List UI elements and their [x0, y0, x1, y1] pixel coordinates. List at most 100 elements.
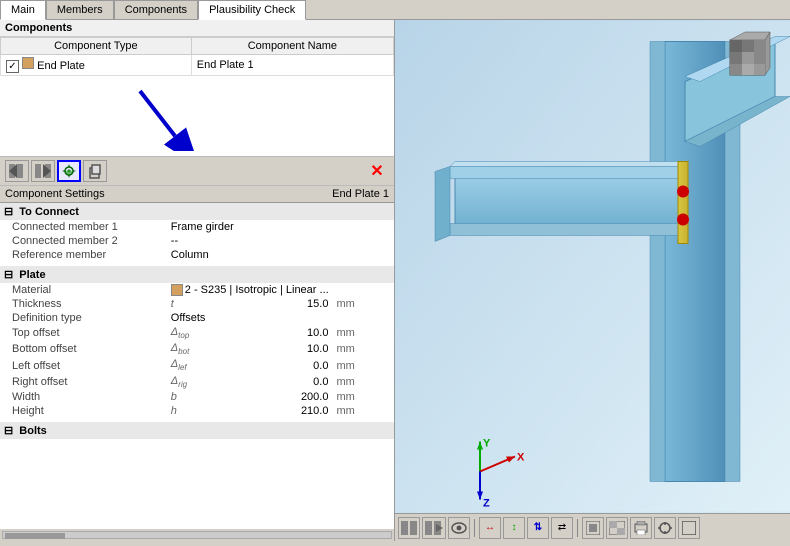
- component-type-cell: ✓ End Plate: [1, 55, 192, 76]
- label-width: Width: [0, 390, 167, 404]
- label-right-offset: Right offset: [0, 374, 167, 390]
- axis-x-btn[interactable]: ↔: [479, 517, 501, 539]
- components-table: Component Type Component Name ✓ End Plat…: [0, 37, 394, 76]
- axis-z-btn[interactable]: ⇅: [527, 517, 549, 539]
- render-btn-2[interactable]: [606, 517, 628, 539]
- settings-header: Component Settings End Plate 1: [0, 186, 394, 203]
- prop-top-offset: Top offset Δtop 10.0 mm: [0, 325, 394, 341]
- tab-members[interactable]: Members: [46, 0, 114, 19]
- component-checkbox[interactable]: ✓: [6, 60, 19, 73]
- copy-button[interactable]: [83, 160, 107, 182]
- col-header-type: Component Type: [1, 38, 192, 55]
- prop-right-offset: Right offset Δrig 0.0 mm: [0, 374, 394, 390]
- view-btn-1[interactable]: [398, 517, 420, 539]
- prop-height: Height h 210.0 mm: [0, 404, 394, 418]
- render-btn-1[interactable]: [582, 517, 604, 539]
- unit-bottom-offset: mm: [332, 341, 394, 357]
- unit-width: mm: [332, 390, 394, 404]
- table-row[interactable]: ✓ End Plate End Plate 1: [1, 55, 394, 76]
- svg-text:Z: Z: [483, 498, 490, 510]
- prop-left-offset: Left offset Δlef 0.0 mm: [0, 357, 394, 373]
- tab-components[interactable]: Components: [114, 0, 198, 19]
- value-definition-type: Offsets: [167, 311, 333, 325]
- 3d-scene-svg: Y X Z: [395, 20, 790, 541]
- prop-material: Material 2 - S235 | Isotropic | Linear .…: [0, 283, 394, 297]
- label-top-offset: Top offset: [0, 325, 167, 341]
- blue-arrow-indicator: [120, 81, 200, 151]
- bottom-toolbar: ↔ ↕ ⇅ ⇄: [395, 513, 790, 541]
- settings-component-name: End Plate 1: [332, 188, 389, 200]
- axis-y-btn[interactable]: ↕: [503, 517, 525, 539]
- component-toolbar: ✕: [0, 156, 394, 186]
- horizontal-scrollbar[interactable]: [0, 529, 394, 541]
- value-right-offset: 0.0: [238, 374, 333, 390]
- main-layout: Components Component Type Component Name…: [0, 20, 790, 541]
- unit-thickness: mm: [332, 297, 394, 311]
- group-bolts[interactable]: ⊟ Bolts: [0, 422, 394, 439]
- value-reference-member: Column: [167, 248, 333, 262]
- components-header: Components: [0, 20, 394, 37]
- component-name-cell: End Plate 1: [191, 55, 393, 76]
- 3d-viewport[interactable]: Y X Z: [395, 20, 790, 541]
- settings-view-btn[interactable]: [654, 517, 676, 539]
- symbol-right-offset: Δrig: [167, 374, 238, 390]
- axis-z2-btn[interactable]: ⇄: [551, 517, 573, 539]
- group-to-connect[interactable]: ⊟ To Connect: [0, 203, 394, 220]
- value-material: 2 - S235 | Isotropic | Linear ...: [167, 283, 394, 297]
- label-reference-member: Reference member: [0, 248, 167, 262]
- symbol-width: b: [167, 390, 238, 404]
- label-height: Height: [0, 404, 167, 418]
- group-plate[interactable]: ⊟ Plate: [0, 266, 394, 283]
- edit-settings-button[interactable]: [57, 160, 81, 182]
- label-bottom-offset: Bottom offset: [0, 341, 167, 357]
- collapse-icon-bolts: ⊟: [4, 425, 13, 437]
- value-connected-member-1: Frame girder: [167, 220, 333, 234]
- unit-right-offset: mm: [332, 374, 394, 390]
- svg-text:X: X: [517, 452, 525, 464]
- prop-bottom-offset: Bottom offset Δbot 10.0 mm: [0, 341, 394, 357]
- navigation-cube[interactable]: [720, 30, 780, 90]
- component-type-label: End Plate: [37, 60, 85, 72]
- tab-bar: Main Members Components Plausibility Che…: [0, 0, 790, 20]
- fullscreen-btn[interactable]: [678, 517, 700, 539]
- print-btn[interactable]: [630, 517, 652, 539]
- tab-main[interactable]: Main: [0, 0, 46, 20]
- view-btn-2[interactable]: [422, 517, 446, 539]
- arrow-area: [0, 76, 394, 156]
- label-definition-type: Definition type: [0, 311, 167, 325]
- value-left-offset: 0.0: [238, 357, 333, 373]
- value-top-offset: 10.0: [238, 325, 333, 341]
- prop-definition-type: Definition type Offsets: [0, 311, 394, 325]
- value-connected-member-2: --: [167, 234, 333, 248]
- value-thickness: 15.0: [238, 297, 333, 311]
- label-connected-member-2: Connected member 2: [0, 234, 167, 248]
- delete-button[interactable]: ✕: [365, 160, 389, 182]
- tab-plausibility[interactable]: Plausibility Check: [198, 0, 306, 20]
- collapse-icon: ⊟: [4, 206, 13, 218]
- component-color: [22, 57, 34, 69]
- collapse-icon-plate: ⊟: [4, 269, 13, 281]
- value-bottom-offset: 10.0: [238, 341, 333, 357]
- separator-2: [577, 519, 578, 537]
- settings-content[interactable]: ⊟ To Connect Connected member 1 Frame gi…: [0, 203, 394, 529]
- prop-connected-member-1: Connected member 1 Frame girder: [0, 220, 394, 234]
- settings-header-label: Component Settings: [5, 188, 105, 200]
- material-color-box: [171, 284, 183, 296]
- separator-1: [474, 519, 475, 537]
- symbol-thickness: t: [167, 297, 238, 311]
- symbol-left-offset: Δlef: [167, 357, 238, 373]
- view-btn-eye[interactable]: [448, 517, 470, 539]
- left-panel: Components Component Type Component Name…: [0, 20, 395, 541]
- col-header-name: Component Name: [191, 38, 393, 55]
- move-left-button[interactable]: [5, 160, 29, 182]
- symbol-height: h: [167, 404, 238, 418]
- move-right-button[interactable]: [31, 160, 55, 182]
- label-thickness: Thickness: [0, 297, 167, 311]
- label-connected-member-1: Connected member 1: [0, 220, 167, 234]
- symbol-top-offset: Δtop: [167, 325, 238, 341]
- prop-connected-member-2: Connected member 2 --: [0, 234, 394, 248]
- unit-height: mm: [332, 404, 394, 418]
- value-height: 210.0: [238, 404, 333, 418]
- symbol-bottom-offset: Δbot: [167, 341, 238, 357]
- svg-text:Y: Y: [483, 438, 491, 450]
